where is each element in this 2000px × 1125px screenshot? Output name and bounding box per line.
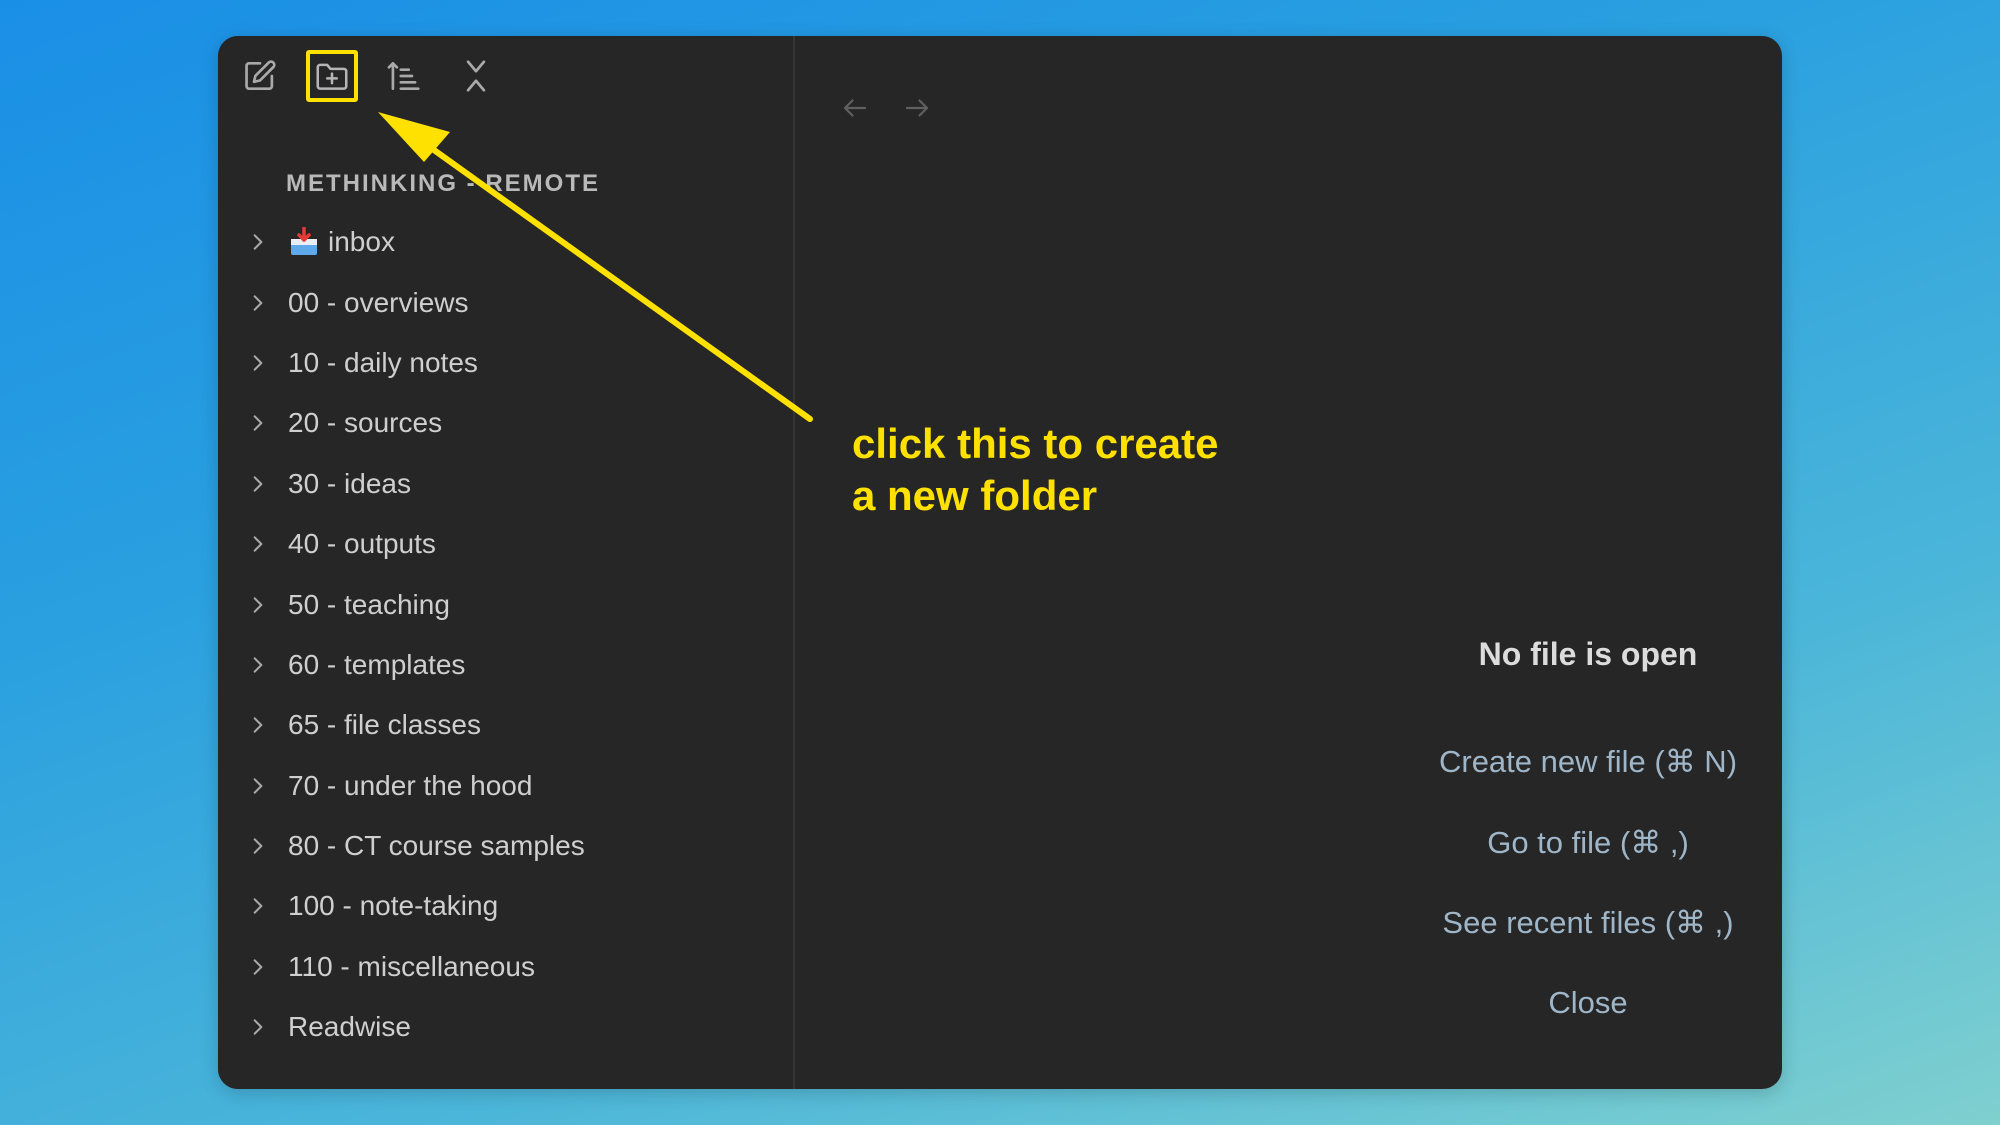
- folder-label: 110 - miscellaneous: [288, 950, 535, 982]
- file-tree: inbox 00 - overviews 10 - daily notes 20…: [246, 212, 585, 1057]
- folder-label: 10 - daily notes: [288, 346, 478, 378]
- folder-item[interactable]: 20 - sources: [246, 393, 585, 453]
- folder-label: 65 - file classes: [288, 709, 481, 741]
- chevron-right-icon[interactable]: [246, 230, 270, 254]
- new-note-icon: [245, 60, 276, 91]
- annotation-callout: click this to create a new folder: [852, 418, 1219, 522]
- chevron-right-icon[interactable]: [246, 955, 270, 979]
- go-to-file-link[interactable]: Go to file (⌘ ,): [1388, 825, 1782, 861]
- folder-item[interactable]: 30 - ideas: [246, 454, 585, 514]
- navigation-buttons: [835, 88, 959, 128]
- chevron-right-icon[interactable]: [246, 653, 270, 677]
- folder-label: 100 - note-taking: [288, 890, 499, 922]
- new-note-button[interactable]: [234, 50, 286, 102]
- arrow-right-icon: [905, 99, 929, 117]
- chevron-right-icon[interactable]: [246, 411, 270, 435]
- empty-state-title: No file is open: [1478, 636, 1698, 672]
- main-pane: No file is open Create new file (⌘ N) Go…: [795, 36, 1782, 1089]
- chevron-right-icon[interactable]: [246, 351, 270, 375]
- folder-item[interactable]: 00 - overviews: [246, 272, 585, 332]
- chevron-right-icon[interactable]: [246, 834, 270, 858]
- folder-label: 80 - CT course samples: [288, 830, 585, 862]
- annotation-line-2: a new folder: [852, 472, 1098, 519]
- folder-label: 00 - overviews: [288, 286, 469, 318]
- folder-label: 40 - outputs: [288, 528, 436, 560]
- folder-item[interactable]: 70 - under the hood: [246, 756, 585, 816]
- new-folder-button[interactable]: [306, 50, 358, 102]
- folder-label: 20 - sources: [288, 407, 443, 439]
- folder-label: inbox: [328, 226, 395, 258]
- chevron-right-icon[interactable]: [246, 532, 270, 556]
- app-window: METHINKING - REMOTE inbox 00 - overviews: [218, 36, 1782, 1089]
- vault-name: METHINKING - REMOTE: [286, 170, 600, 197]
- folder-item[interactable]: Readwise: [246, 997, 585, 1057]
- folder-item[interactable]: 10 - daily notes: [246, 333, 585, 393]
- forward-button[interactable]: [897, 88, 937, 128]
- see-recent-files-link[interactable]: See recent files (⌘ ,): [1388, 905, 1782, 941]
- sort-icon: [387, 61, 420, 91]
- chevron-right-icon[interactable]: [246, 593, 270, 617]
- close-link[interactable]: Close: [1388, 985, 1782, 1021]
- inbox-tray-icon: [288, 227, 320, 257]
- folder-item[interactable]: 65 - file classes: [246, 695, 585, 755]
- folder-item[interactable]: 40 - outputs: [246, 514, 585, 574]
- new-folder-icon: [316, 63, 348, 90]
- chevron-right-icon[interactable]: [246, 291, 270, 315]
- sort-button[interactable]: [378, 50, 430, 102]
- file-explorer-sidebar: METHINKING - REMOTE inbox 00 - overviews: [218, 36, 795, 1089]
- create-new-file-link[interactable]: Create new file (⌘ N): [1388, 744, 1782, 780]
- folder-label: 60 - templates: [288, 648, 466, 680]
- chevron-right-icon[interactable]: [246, 894, 270, 918]
- collapse-all-icon: [466, 60, 486, 92]
- folder-label: 50 - teaching: [288, 588, 450, 620]
- folder-item[interactable]: inbox: [246, 212, 585, 272]
- chevron-right-icon[interactable]: [246, 774, 270, 798]
- folder-item[interactable]: 60 - templates: [246, 635, 585, 695]
- chevron-right-icon[interactable]: [246, 472, 270, 496]
- folder-label: 30 - ideas: [288, 467, 411, 499]
- explorer-toolbar: [234, 50, 522, 102]
- folder-label: Readwise: [288, 1011, 411, 1043]
- arrow-left-icon: [843, 99, 867, 117]
- collapse-all-button[interactable]: [450, 50, 502, 102]
- chevron-right-icon[interactable]: [246, 713, 270, 737]
- folder-item[interactable]: 50 - teaching: [246, 574, 585, 634]
- folder-label: 70 - under the hood: [288, 769, 533, 801]
- annotation-line-1: click this to create: [852, 420, 1219, 467]
- folder-item[interactable]: 100 - note-taking: [246, 876, 585, 936]
- folder-item[interactable]: 80 - CT course samples: [246, 816, 585, 876]
- back-button[interactable]: [835, 88, 875, 128]
- folder-item[interactable]: 110 - miscellaneous: [246, 937, 585, 997]
- chevron-right-icon[interactable]: [246, 1015, 270, 1039]
